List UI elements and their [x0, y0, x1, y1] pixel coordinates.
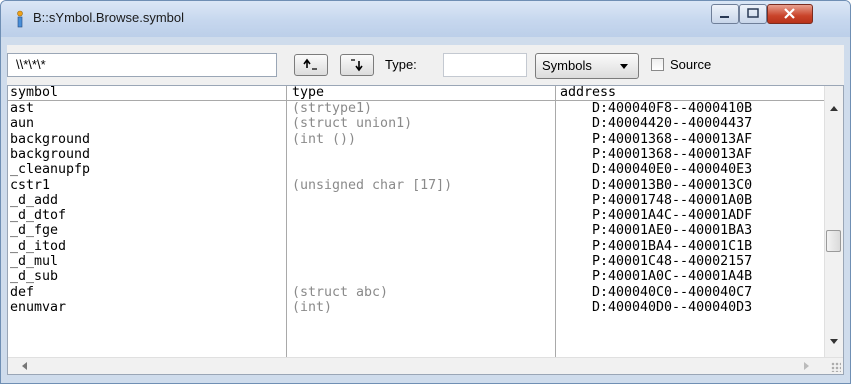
table-row[interactable]: _d_dtof P:40001A4C--40001ADF	[8, 208, 828, 223]
symbol-browser-window: B::sYmbol.Browse.symbol \\*\*\* Type: Sy…	[0, 0, 851, 384]
scroll-left-arrow-icon[interactable]	[22, 362, 27, 370]
symbol-cell: background	[10, 146, 91, 162]
table-row[interactable]: background (int ()) P:40001368--400013AF	[8, 132, 828, 147]
table-row[interactable]: _cleanupfp D:400040E0--400040E3	[8, 162, 828, 177]
column-header-address[interactable]: address	[560, 86, 616, 100]
source-checkbox[interactable]	[651, 58, 664, 71]
address-cell: P:40001A4C--40001ADF	[592, 208, 753, 224]
symbol-cell: _d_sub	[10, 269, 59, 285]
symbol-cell: ast	[10, 101, 35, 116]
address-cell: D:400013B0--400013C0	[592, 177, 753, 193]
address-cell: D:400040C0--400040C7	[592, 284, 753, 300]
minimize-button[interactable]	[711, 4, 739, 24]
symbol-cell: _d_itod	[10, 238, 67, 254]
symbol-cell: aun	[10, 116, 35, 132]
close-button[interactable]	[767, 4, 813, 24]
type-cell: (struct abc)	[292, 284, 389, 300]
address-cell: P:40001368--400013AF	[592, 146, 753, 162]
table-row[interactable]: _d_add P:40001748--40001A0B	[8, 193, 828, 208]
address-cell: P:40001368--400013AF	[592, 131, 753, 147]
title-bar[interactable]: B::sYmbol.Browse.symbol	[1, 1, 850, 37]
symbol-cell: _cleanupfp	[10, 162, 91, 178]
symbol-cell: _d_dtof	[10, 208, 67, 224]
scroll-up-arrow-icon[interactable]	[830, 106, 838, 111]
table-row[interactable]: aun (struct union1) D:40004420--40004437	[8, 116, 828, 131]
table-row[interactable]: _d_fge P:40001AE0--40001BA3	[8, 223, 828, 238]
symbol-search-input[interactable]: \\*\*\*	[7, 53, 277, 77]
scroll-up-button[interactable]	[294, 54, 328, 76]
table-row[interactable]: background P:40001368--400013AF	[8, 147, 828, 162]
table-row[interactable]: _d_sub P:40001A0C--40001A4B	[8, 269, 828, 284]
maximize-icon	[747, 8, 759, 18]
chevron-down-icon	[620, 64, 628, 69]
view-mode-value: Symbols	[542, 58, 592, 73]
type-cell: (int)	[292, 299, 333, 315]
window-title: B::sYmbol.Browse.symbol	[33, 10, 184, 25]
column-header-type[interactable]: type	[292, 86, 324, 100]
symbol-list[interactable]: symbol type address ast (strtype1) D:40004…	[7, 85, 844, 375]
type-cell: (strtype1)	[292, 101, 373, 116]
type-cell: (struct union1)	[292, 116, 413, 132]
scrollbar-thumb[interactable]	[826, 230, 841, 252]
type-filter-input[interactable]	[443, 53, 527, 77]
horizontal-scrollbar[interactable]	[8, 357, 843, 374]
resize-grip-icon[interactable]	[831, 362, 841, 372]
table-row[interactable]: def (struct abc) D:400040C0--400040C7	[8, 285, 828, 300]
view-mode-select[interactable]: Symbols	[535, 53, 639, 79]
symbol-cell: def	[10, 284, 35, 300]
minimize-icon	[720, 16, 729, 18]
vertical-scrollbar[interactable]	[824, 86, 843, 358]
address-cell: D:400040E0--400040E3	[592, 162, 753, 178]
address-cell: D:40004420--40004437	[592, 116, 753, 132]
column-header-symbol[interactable]: symbol	[10, 86, 58, 100]
table-row[interactable]: ast (strtype1) D:400040F8--4000410B	[8, 101, 828, 116]
arrow-down-to-line-icon	[351, 59, 363, 72]
app-icon	[17, 10, 23, 28]
type-cell: (unsigned char [17])	[292, 177, 453, 193]
list-header: symbol type address	[8, 86, 828, 101]
table-row[interactable]: _d_mul P:40001C48--40002157	[8, 254, 828, 269]
source-checkbox-label: Source	[670, 57, 712, 72]
symbol-cell: _d_add	[10, 192, 59, 208]
address-cell: D:400040F8--4000410B	[592, 101, 753, 116]
address-cell: P:40001AE0--40001BA3	[592, 223, 753, 239]
close-icon	[784, 8, 795, 19]
symbol-cell: background	[10, 131, 91, 147]
scroll-right-arrow-icon[interactable]	[804, 362, 809, 370]
symbol-cell: _d_mul	[10, 254, 59, 269]
maximize-button[interactable]	[739, 4, 767, 24]
address-cell: P:40001A0C--40001A4B	[592, 269, 753, 285]
address-cell: P:40001BA4--40001C1B	[592, 238, 753, 254]
table-row[interactable]: cstr1 (unsigned char [17]) D:400013B0--400…	[8, 178, 828, 193]
address-cell: D:400040D0--400040D3	[592, 299, 753, 315]
symbol-cell: _d_fge	[10, 223, 59, 239]
scroll-down-arrow-icon[interactable]	[830, 339, 838, 344]
scroll-down-button[interactable]	[340, 54, 374, 76]
address-cell: P:40001748--40001A0B	[592, 192, 753, 208]
table-row[interactable]: _d_itod P:40001BA4--40001C1B	[8, 239, 828, 254]
type-cell: (int ())	[292, 131, 357, 147]
arrow-up-to-line-icon	[303, 58, 317, 70]
address-cell: P:40001C48--40002157	[592, 254, 753, 269]
symbol-cell: enumvar	[10, 299, 67, 315]
type-filter-label: Type:	[385, 57, 417, 72]
table-row[interactable]: enumvar (int) D:400040D0--400040D3	[8, 300, 828, 315]
symbol-cell: cstr1	[10, 177, 51, 193]
